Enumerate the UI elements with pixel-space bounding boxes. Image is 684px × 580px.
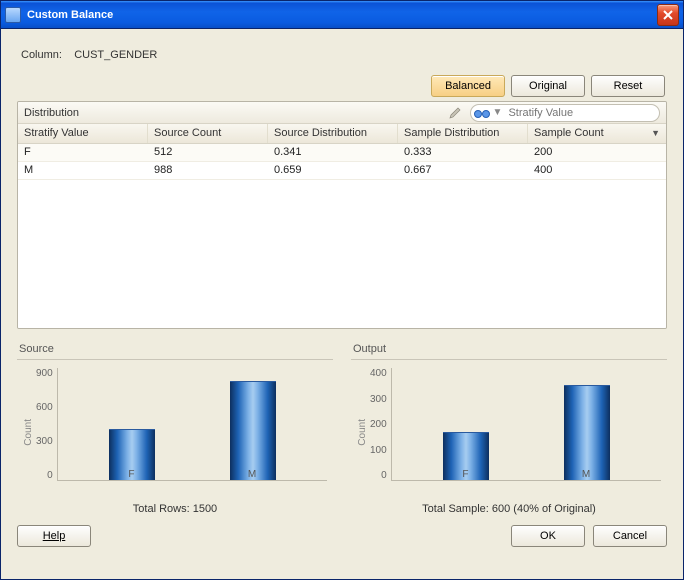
col-sample-count-label: Sample Count [534, 127, 604, 139]
reset-button[interactable]: Reset [591, 75, 665, 97]
ytick: 300 [36, 436, 53, 447]
chart-source: Source Count 900 600 300 0 F [17, 343, 333, 515]
ytick: 600 [36, 402, 53, 413]
ytick: 300 [370, 394, 387, 405]
col-source-dist[interactable]: Source Distribution [268, 124, 398, 143]
chart-output-yaxis: 400 300 200 100 0 [370, 368, 391, 497]
table-row[interactable]: M 988 0.659 0.667 400 [18, 162, 666, 180]
stratify-search[interactable]: ▼ [470, 104, 660, 122]
xtick: F [128, 469, 134, 480]
window-title: Custom Balance [27, 9, 657, 21]
ytick: 400 [370, 368, 387, 379]
table-row[interactable]: F 512 0.341 0.333 200 [18, 144, 666, 162]
divider [351, 359, 667, 360]
chart-output-footer: Total Sample: 600 (40% of Original) [351, 503, 667, 515]
app-icon [5, 7, 21, 23]
chart-source-ylabel: Count [23, 419, 34, 446]
chart-source-yaxis: 900 600 300 0 [36, 368, 57, 497]
binoculars-icon [473, 106, 488, 120]
bottom-row: Help OK Cancel [17, 525, 667, 547]
chart-output-xlabels: F M [392, 469, 661, 480]
ytick: 200 [370, 419, 387, 430]
ytick: 900 [36, 368, 53, 379]
cell-sample-dist: 0.333 [398, 144, 528, 161]
chart-output-plot: F M [391, 368, 661, 481]
balanced-button[interactable]: Balanced [431, 75, 505, 97]
cell-sample-count: 200 [528, 144, 666, 161]
cell-stratify: F [18, 144, 148, 161]
help-button[interactable]: Help [17, 525, 91, 547]
ytick: 100 [370, 445, 387, 456]
cell-source-count: 512 [148, 144, 268, 161]
col-sample-dist[interactable]: Sample Distribution [398, 124, 528, 143]
cancel-button[interactable]: Cancel [593, 525, 667, 547]
xtick: M [582, 469, 590, 480]
chart-output-title: Output [353, 343, 667, 355]
cell-source-dist: 0.341 [268, 144, 398, 161]
xtick: M [248, 469, 256, 480]
cell-sample-dist: 0.667 [398, 162, 528, 179]
divider [17, 359, 333, 360]
column-headers: Stratify Value Source Count Source Distr… [18, 124, 666, 144]
ytick: 0 [370, 470, 387, 481]
dropdown-icon[interactable]: ▼ [493, 107, 503, 118]
original-button[interactable]: Original [511, 75, 585, 97]
col-sample-count[interactable]: Sample Count ▼ [528, 124, 666, 143]
charts-row: Source Count 900 600 300 0 F [17, 343, 667, 515]
chart-source-title: Source [19, 343, 333, 355]
dialog-content: Column: CUST_GENDER Balanced Original Re… [1, 29, 683, 579]
chart-source-footer: Total Rows: 1500 [17, 503, 333, 515]
cell-sample-count: 400 [528, 162, 666, 179]
bar-m [230, 381, 276, 480]
chart-source-plot: F M [57, 368, 327, 481]
chevron-down-icon[interactable]: ▼ [651, 127, 660, 138]
xtick: F [462, 469, 468, 480]
chart-source-area: Count 900 600 300 0 F M [17, 366, 333, 497]
cell-stratify: M [18, 162, 148, 179]
close-button[interactable] [657, 4, 679, 26]
column-row: Column: CUST_GENDER [21, 49, 667, 61]
stratify-search-input[interactable] [506, 106, 651, 120]
distribution-label: Distribution [24, 107, 448, 119]
action-row: Balanced Original Reset [17, 75, 667, 97]
cell-source-dist: 0.659 [268, 162, 398, 179]
column-label: Column: [21, 49, 62, 61]
col-source-count[interactable]: Source Count [148, 124, 268, 143]
chart-output: Output Count 400 300 200 100 0 [351, 343, 667, 515]
titlebar: Custom Balance [1, 1, 683, 29]
cell-source-count: 988 [148, 162, 268, 179]
chart-source-xlabels: F M [58, 469, 327, 480]
distribution-table: Distribution ▼ Stratify Value Source Cou… [17, 101, 667, 329]
edit-icon[interactable] [448, 106, 462, 120]
chart-output-ylabel: Count [357, 419, 368, 446]
bar-m [564, 385, 610, 480]
column-value: CUST_GENDER [74, 49, 157, 61]
table-body: F 512 0.341 0.333 200 M 988 0.659 0.667 … [18, 144, 666, 328]
dialog-window: Custom Balance Column: CUST_GENDER Balan… [0, 0, 684, 580]
table-toolbar: Distribution ▼ [18, 102, 666, 124]
col-stratify[interactable]: Stratify Value [18, 124, 148, 143]
ok-button[interactable]: OK [511, 525, 585, 547]
ytick: 0 [36, 470, 53, 481]
chart-output-area: Count 400 300 200 100 0 F M [351, 366, 667, 497]
